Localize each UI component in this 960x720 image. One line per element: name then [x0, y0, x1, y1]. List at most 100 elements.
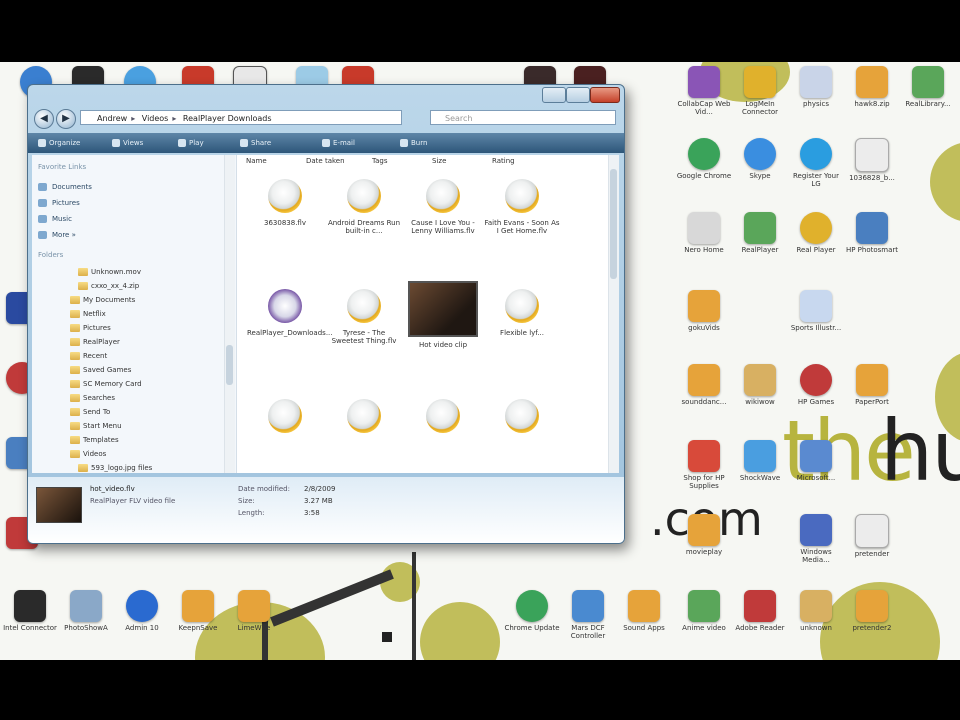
share-button[interactable]: Share [240, 137, 271, 149]
folder-item[interactable]: Searches [70, 391, 115, 405]
desktop-icon-0[interactable]: CollabCap Web Vid... [676, 66, 732, 116]
organize-button[interactable]: Organize [38, 137, 80, 149]
wallpaper-word-hu: hu [880, 402, 960, 500]
column-name[interactable]: Name [246, 157, 267, 165]
desktop-icon-6[interactable]: Skype [732, 138, 788, 188]
folder-item[interactable]: Videos [70, 447, 106, 461]
column-date-taken[interactable]: Date taken [306, 157, 345, 165]
favorites-more[interactable]: More » [38, 229, 76, 241]
desktop-icon-1[interactable]: LogMeIn Connector [732, 66, 788, 116]
folder-item[interactable]: 593_logo.jpg files [78, 461, 152, 475]
column-size[interactable]: Size [432, 157, 446, 165]
file-item[interactable]: RealPlayer_Downloads... [247, 289, 333, 337]
column-tags[interactable]: Tags [372, 157, 388, 165]
desktop-icon-5[interactable]: Google Chrome [676, 138, 732, 188]
desktop-icon-8[interactable]: 1036828_b... [844, 138, 900, 190]
file-item[interactable]: Android Dreams Run built-in c... [326, 179, 402, 235]
file-item[interactable] [405, 399, 481, 439]
file-item[interactable]: Cause I Love You - Lenny Williams.flv [405, 179, 481, 235]
controller-icon [572, 590, 604, 622]
nav-scrollbar[interactable] [224, 155, 235, 473]
folder-item[interactable]: RealPlayer [70, 335, 120, 349]
file-item[interactable]: Faith Evans - Soon As I Get Home.flv [484, 179, 560, 235]
desktop-icon-36[interactable]: pretender2 [844, 590, 900, 640]
minimize-button[interactable] [542, 87, 566, 103]
desktop-icon-19[interactable]: Shop for HP Supplies [676, 440, 732, 490]
desktop-icon-35[interactable]: unknown [788, 590, 844, 640]
files-scrollbar[interactable] [608, 155, 619, 473]
desktop-icon-4[interactable]: RealLibrary... [900, 66, 956, 116]
folder-item[interactable]: Netflix [70, 307, 106, 321]
folder-item[interactable]: cxxo_xx_4.zip [78, 279, 139, 293]
folder-item[interactable]: SC Memory Card [70, 377, 142, 391]
desktop-icon-18[interactable]: PaperPort [844, 364, 900, 414]
desktop-icon-13[interactable]: gokuVids [676, 290, 732, 340]
desktop-icon-15[interactable]: sounddanc... [676, 364, 732, 414]
desktop-icon-12[interactable]: HP Photosmart [844, 212, 900, 262]
desktop-icon-17[interactable]: HP Games [788, 364, 844, 414]
desktop-icon-16[interactable]: wikiwow [732, 364, 788, 414]
desktop-icon-34[interactable]: Adobe Reader [732, 590, 788, 640]
desktop-icon-7[interactable]: Register Your LG [788, 138, 844, 188]
nav-scrollbar-thumb[interactable] [226, 345, 233, 385]
desktop-icon-24[interactable]: pretender [844, 514, 900, 566]
search-input[interactable]: Search [430, 110, 616, 125]
file-item[interactable]: 3630838.flv [247, 179, 323, 227]
desktop-icon-22[interactable]: movieplay [676, 514, 732, 564]
favorite-documents[interactable]: Documents [38, 181, 92, 193]
folder-item[interactable]: Pictures [70, 321, 111, 335]
address-bar[interactable]: Andrew ▸ Videos ▸ RealPlayer Downloads [80, 110, 402, 125]
files-scrollbar-thumb[interactable] [610, 169, 617, 279]
close-button[interactable] [590, 87, 620, 103]
favorite-music[interactable]: Music [38, 213, 72, 225]
desktop-icon-26[interactable]: PhotoShowA [58, 590, 114, 640]
desktop-icon-11[interactable]: Real Player [788, 212, 844, 262]
forward-button[interactable]: ▶ [56, 109, 76, 129]
desktop-icon-32[interactable]: Sound Apps [616, 590, 672, 640]
breadcrumb-1[interactable]: Videos [142, 114, 169, 123]
file-item[interactable]: Flexible lyf... [484, 289, 560, 337]
desktop-icon-30[interactable]: Chrome Update [504, 590, 560, 640]
column-rating[interactable]: Rating [492, 157, 515, 165]
folder-item[interactable]: My Documents [70, 293, 135, 307]
desktop-icon-31[interactable]: Mars DCF Controller [560, 590, 616, 640]
desktop-icon-25[interactable]: Intel Connector [2, 590, 58, 640]
title-bar[interactable] [28, 85, 624, 103]
play-button[interactable]: Play [178, 137, 204, 149]
folder-item[interactable]: Recent [70, 349, 107, 363]
folder-item[interactable]: Start Menu [70, 419, 122, 433]
desktop-icon-3[interactable]: hawk8.zip [844, 66, 900, 116]
folder-item[interactable]: Unknown.mov [78, 265, 141, 279]
breadcrumb-0[interactable]: Andrew [97, 114, 127, 123]
desktop-icon-14[interactable]: Sports Illustr... [788, 290, 844, 340]
folder-item[interactable]: Send To [70, 405, 110, 419]
desktop-icon-29[interactable]: LimeWire [226, 590, 282, 640]
desktop-icon-2[interactable]: physics [788, 66, 844, 116]
maximize-button[interactable] [566, 87, 590, 103]
folder-item[interactable]: Templates [70, 433, 119, 447]
email-button[interactable]: E-mail [322, 137, 355, 149]
back-button[interactable]: ◀ [34, 109, 54, 129]
folder-item[interactable]: Saved Games [70, 363, 131, 377]
file-item[interactable] [484, 399, 560, 439]
desktop-icon-9[interactable]: Nero Home [676, 212, 732, 262]
file-item[interactable] [247, 399, 323, 439]
file-item[interactable] [326, 399, 402, 439]
file-item-selected[interactable]: Hot video clip [405, 281, 481, 349]
views-button[interactable]: Views [112, 137, 143, 149]
folder-icon [744, 364, 776, 396]
desktop-icon-28[interactable]: KeepnSave [170, 590, 226, 640]
desktop-icon-21[interactable]: Microsoft... [788, 440, 844, 490]
file-item[interactable]: Tyrese - The Sweetest Thing.flv [326, 289, 402, 345]
desktop-icon-27[interactable]: Admin 10 [114, 590, 170, 640]
desktop-icon-23[interactable]: Windows Media... [788, 514, 844, 564]
breadcrumb-2[interactable]: RealPlayer Downloads [183, 114, 272, 123]
burn-button[interactable]: Burn [400, 137, 427, 149]
desktop-icon-20[interactable]: ShockWave [732, 440, 788, 490]
skype-icon [744, 138, 776, 170]
favorite-pictures[interactable]: Pictures [38, 197, 80, 209]
desktop-icon-10[interactable]: RealPlayer [732, 212, 788, 262]
vlc-icon [688, 514, 720, 546]
explorer-window[interactable]: ◀ ▶ Andrew ▸ Videos ▸ RealPlayer Downloads… [27, 84, 625, 544]
desktop-icon-33[interactable]: Anime video [676, 590, 732, 640]
